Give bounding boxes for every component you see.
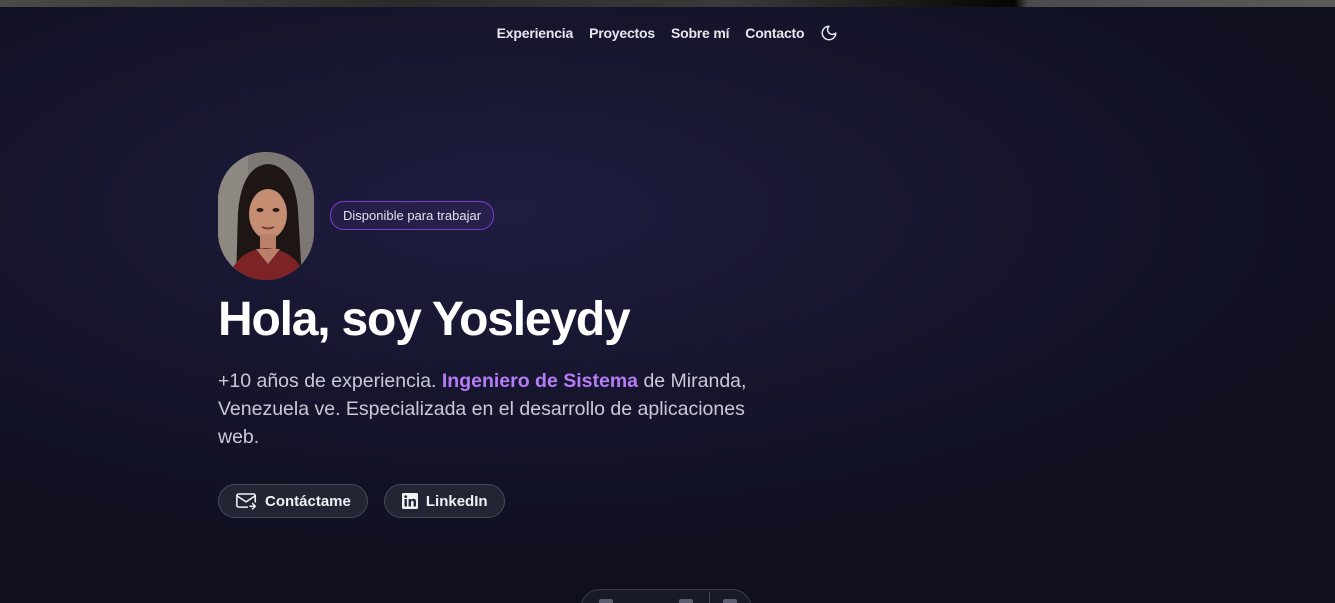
- linkedin-button[interactable]: LinkedIn: [383, 484, 505, 518]
- linkedin-button-label: LinkedIn: [425, 492, 488, 510]
- main-nav: Experiencia Proyectos Sobre mí Contacto: [0, 24, 1335, 42]
- nav-item-experiencia[interactable]: Experiencia: [497, 25, 574, 41]
- avatar: [218, 152, 314, 280]
- dock-divider: [709, 592, 710, 603]
- dock-item-icon[interactable]: [723, 599, 737, 603]
- nav-item-sobre-mi[interactable]: Sobre mí: [671, 25, 730, 41]
- contact-button-label: Contáctame: [265, 492, 351, 510]
- bottom-dock[interactable]: [580, 589, 752, 603]
- dock-item-icon[interactable]: [599, 599, 613, 603]
- description-text: +10 años de experiencia.: [218, 370, 442, 392]
- description-highlight: Ingeniero de Sistema: [441, 370, 639, 392]
- mail-icon: [236, 492, 257, 510]
- hero-section: Disponible para trabajar Hola, soy Yosle…: [218, 152, 818, 518]
- nav-item-proyectos[interactable]: Proyectos: [589, 25, 655, 41]
- nav-item-contacto[interactable]: Contacto: [745, 25, 804, 41]
- status-badge: Disponible para trabajar: [330, 201, 495, 230]
- moon-icon[interactable]: [820, 24, 838, 42]
- dock-item-icon[interactable]: [679, 599, 693, 603]
- hero-description: +10 años de experiencia. Ingeniero de Si…: [218, 367, 788, 451]
- browser-top-strip: [0, 0, 1335, 7]
- linkedin-icon: [401, 493, 418, 509]
- page-title: Hola, soy Yosleydy: [218, 293, 631, 346]
- hero-buttons: Contáctame LinkedIn: [218, 484, 505, 518]
- contact-button[interactable]: Contáctame: [218, 484, 368, 518]
